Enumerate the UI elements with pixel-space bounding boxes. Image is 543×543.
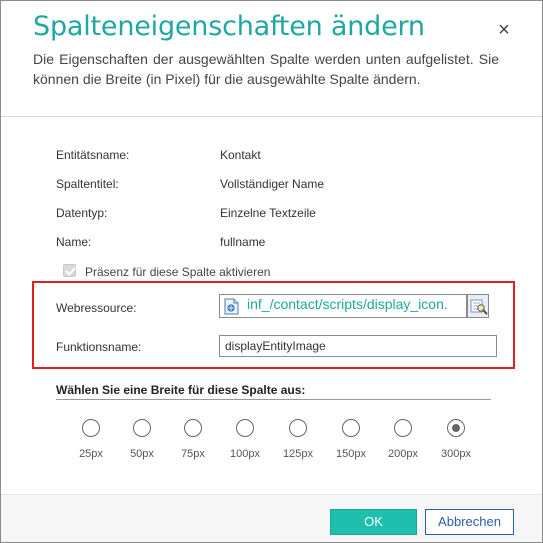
presence-checkbox-label: Präsenz für diese Spalte aktivieren [85,265,271,279]
dialog-title: Spalteneigenschaften ändern [33,11,425,42]
function-name-input[interactable]: displayEntityImage [219,335,497,357]
width-option-label: 125px [283,448,313,460]
width-radio-100px[interactable] [236,419,254,437]
ok-button[interactable]: OK [330,509,417,535]
webresource-label: Webressource: [56,301,137,315]
width-option-label: 25px [79,448,103,460]
column-title-value: Vollständiger Name [220,177,325,191]
close-icon[interactable]: × [495,20,513,40]
width-option-label: 75px [181,448,205,460]
function-name-label: Funktionsname: [56,340,142,354]
webresource-file-icon [224,298,239,315]
webresource-field[interactable]: inf_/contact/scripts/display_icon. [219,294,467,318]
entity-name-value: Kontakt [220,148,261,162]
presence-checkbox[interactable] [63,264,76,277]
width-option-label: 200px [388,448,418,460]
width-radio-200px[interactable] [394,419,412,437]
checkmark-icon [65,267,76,276]
width-option-label: 150px [336,448,366,460]
width-option-label: 300px [441,448,471,460]
data-type-label: Datentyp: [56,206,108,220]
lookup-button[interactable] [467,294,489,318]
name-value: fullname [220,235,266,249]
dialog-description: Die Eigenschaften der ausgewählten Spalt… [33,51,499,87]
header-divider [1,116,542,117]
entity-name-label: Entitätsname: [56,148,130,162]
width-section-heading: Wählen Sie eine Breite für diese Spalte … [56,383,306,397]
data-type-value: Einzelne Textzeile [220,206,316,220]
name-label: Name: [56,235,92,249]
width-option-label: 100px [230,448,260,460]
width-radio-25px[interactable] [82,419,100,437]
cancel-button[interactable]: Abbrechen [425,509,514,535]
width-radio-75px[interactable] [184,419,202,437]
width-radio-125px[interactable] [289,419,307,437]
webresource-link[interactable]: inf_/contact/scripts/display_icon. [247,296,448,312]
width-radio-300px[interactable] [447,419,465,437]
width-section-rule [56,399,491,400]
lookup-search-icon [470,299,488,315]
width-radio-150px[interactable] [342,419,360,437]
change-column-properties-dialog: Spalteneigenschaften ändern × Die Eigens… [0,0,543,543]
width-option-label: 50px [130,448,154,460]
column-title-label: Spaltentitel: [56,177,119,191]
width-radio-50px[interactable] [133,419,151,437]
